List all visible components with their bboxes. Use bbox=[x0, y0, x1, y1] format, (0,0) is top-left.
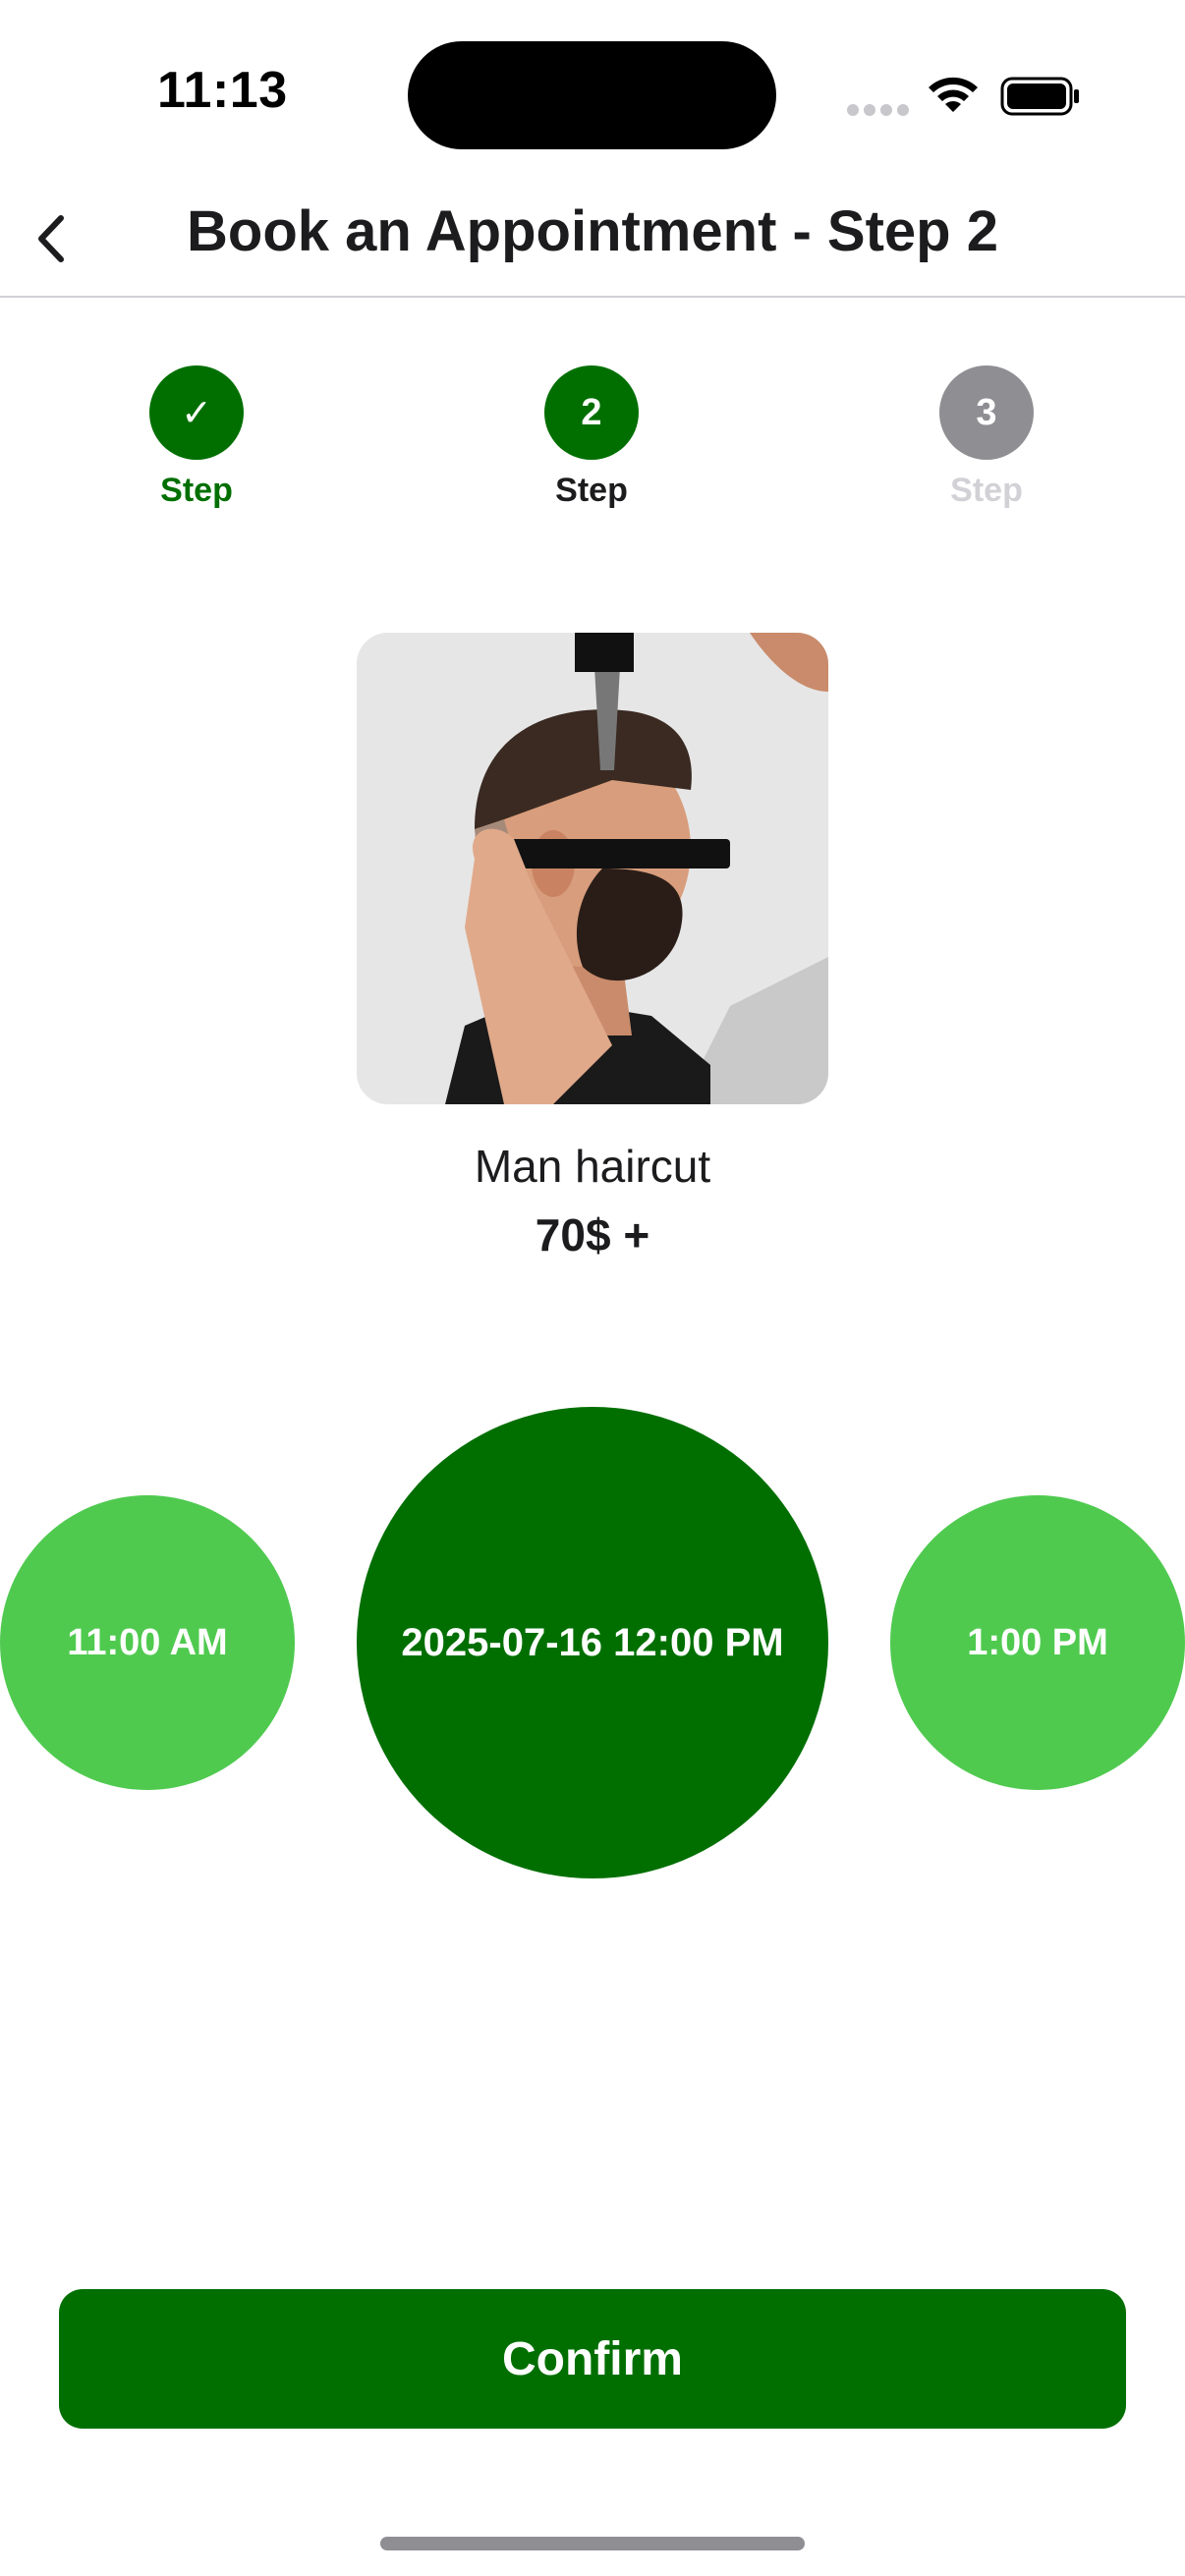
status-time: 11:13 bbox=[157, 62, 288, 119]
status-bar: 11:13 bbox=[0, 0, 1185, 177]
dynamic-island bbox=[408, 41, 776, 149]
home-indicator[interactable] bbox=[380, 2537, 805, 2550]
step-2-number: 2 bbox=[544, 365, 639, 460]
service-name: Man haircut bbox=[474, 1141, 711, 1192]
page-title: Book an Appointment - Step 2 bbox=[187, 199, 998, 263]
step-1-label: Step bbox=[160, 472, 233, 509]
wifi-icon bbox=[929, 77, 978, 112]
step-2-label: Step bbox=[555, 472, 628, 509]
navigation-bar: Book an Appointment - Step 2 bbox=[0, 177, 1185, 298]
service-price: 70$ + bbox=[535, 1209, 650, 1260]
time-slot-next[interactable]: 1:00 PM bbox=[890, 1495, 1185, 1790]
step-2: 2 Step bbox=[493, 365, 690, 510]
battery-icon bbox=[1000, 77, 1079, 116]
step-3-label: Step bbox=[950, 472, 1023, 509]
step-3: 3 Step bbox=[888, 365, 1085, 510]
step-1: ✓ Step bbox=[98, 365, 295, 510]
step-1-check-icon: ✓ bbox=[149, 365, 244, 460]
service-photo bbox=[357, 633, 828, 1104]
confirm-button[interactable]: Confirm bbox=[59, 2289, 1126, 2429]
signal-dots-icon bbox=[847, 104, 909, 116]
time-slot-previous[interactable]: 11:00 AM bbox=[0, 1495, 295, 1790]
time-slot-selected[interactable]: 2025-07-16 12:00 PM bbox=[357, 1407, 828, 1878]
step-3-number: 3 bbox=[939, 365, 1034, 460]
